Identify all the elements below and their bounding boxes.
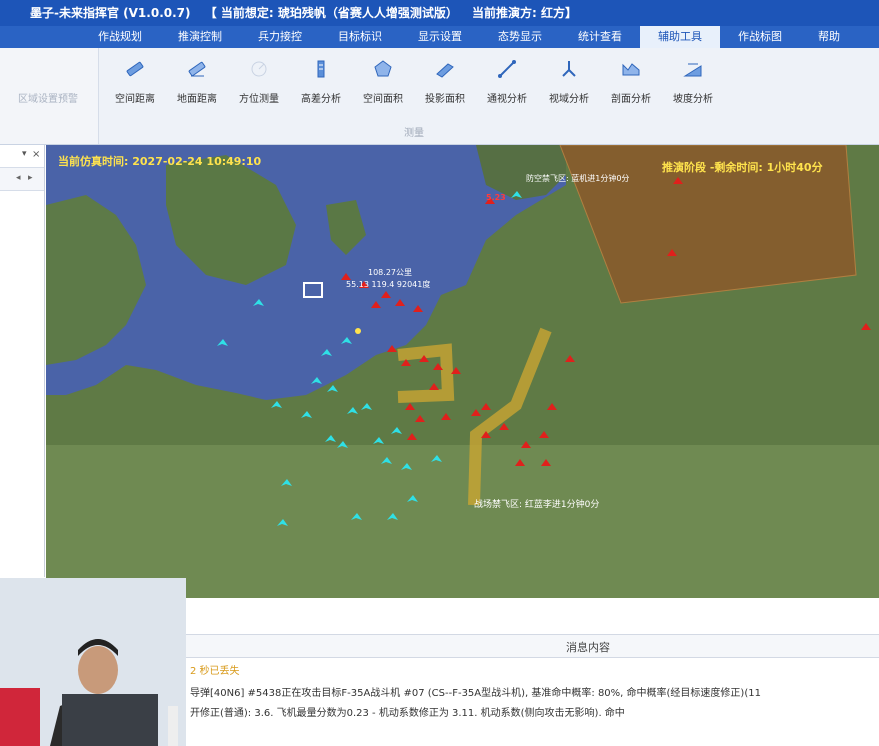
title-bar: 墨子-未来指挥官 (V1.0.0.7) 【 当前想定: 琥珀残帆（省赛人人增强测…: [0, 0, 879, 26]
tool-line-of-sight[interactable]: 通视分析: [476, 54, 538, 105]
ribbon-group-label: 测量: [404, 128, 424, 139]
menu-bar: 作战规划 推演控制 兵力接控 目标标识 显示设置 态势显示 统计查看 辅助工具 …: [0, 26, 879, 48]
ruler-icon: [188, 61, 206, 77]
message-line: 2 秒已丢失: [190, 666, 240, 677]
sim-time-label: 当前仿真时间: 2027-02-24 10:49:10: [58, 155, 262, 168]
tool-label: 坡度分析: [673, 94, 713, 105]
scroll-right-icon[interactable]: ▸: [28, 173, 33, 183]
polygon-icon: [374, 60, 392, 77]
presenter-video: [0, 578, 186, 746]
tool-label: 视域分析: [549, 94, 589, 105]
ruler-icon: [126, 61, 144, 77]
zone-label-south: 战场禁飞区: 红蓝李进1分钟0分: [474, 500, 600, 510]
slope-icon: [683, 63, 702, 77]
menu-item-help[interactable]: 帮助: [800, 26, 858, 48]
ribbon-left-label[interactable]: 区域设置预警: [18, 90, 78, 105]
ribbon-toolbar: 区域设置预警 空间距离 地面距离 方位测量 高差分析 空间面积 投影面积 通视分…: [0, 48, 879, 145]
menu-item-targets[interactable]: 目标标识: [320, 26, 400, 48]
tool-bearing[interactable]: 方位测量: [228, 54, 290, 105]
tool-label: 空间面积: [363, 94, 403, 105]
measure-readout: 108.27公里: [368, 268, 412, 277]
unit-label: 5.23: [486, 193, 506, 202]
tool-label: 地面距离: [177, 94, 217, 105]
line-of-sight-icon: [498, 60, 516, 78]
tool-projection-area[interactable]: 投影面积: [414, 54, 476, 105]
message-header: 消息内容: [186, 634, 879, 658]
ribbon-left-group: 区域设置预警: [0, 48, 99, 144]
tool-label: 投影面积: [425, 94, 465, 105]
menu-item-tools[interactable]: 辅助工具: [640, 26, 720, 48]
bar-icon: [317, 60, 325, 78]
left-panel-tabs: ◂ ▸: [0, 168, 44, 191]
tool-label: 剖面分析: [611, 94, 651, 105]
measure-tools: 空间距离 地面距离 方位测量 高差分析 空间面积 投影面积 通视分析 视域分析: [104, 54, 724, 105]
tool-ground-distance[interactable]: 地面距离: [166, 54, 228, 105]
pin-icon[interactable]: ▾: [22, 149, 27, 159]
map-canvas[interactable]: [46, 145, 879, 598]
webcam-overlay: [0, 578, 186, 746]
left-panel-header: ▾ ×: [0, 145, 44, 168]
side-title: 当前推演方: 红方】: [472, 6, 578, 20]
tool-space-distance[interactable]: 空间距离: [104, 54, 166, 105]
tool-label: 空间距离: [115, 94, 155, 105]
message-title: 消息内容: [566, 641, 610, 654]
tool-space-area[interactable]: 空间面积: [352, 54, 414, 105]
tool-profile[interactable]: 剖面分析: [600, 54, 662, 105]
app-title: 墨子-未来指挥官 (V1.0.0.7): [30, 6, 191, 20]
tool-slope[interactable]: 坡度分析: [662, 54, 724, 105]
menu-item-forces[interactable]: 兵力接控: [240, 26, 320, 48]
message-line: 开修正(普通): 3.6. 飞机最量分数为0.23 - 机动系数修正为 3.11…: [190, 708, 625, 719]
profile-icon: [622, 63, 640, 76]
tool-height-diff[interactable]: 高差分析: [290, 54, 352, 105]
menu-item-control[interactable]: 推演控制: [160, 26, 240, 48]
message-line: 导弹[40N6] #5438正在攻击目标F-35A战斗机 #07 (CS--F-…: [190, 688, 761, 699]
menu-item-stats[interactable]: 统计查看: [560, 26, 640, 48]
menu-item-plan[interactable]: 作战规划: [80, 26, 160, 48]
map-view[interactable]: 当前仿真时间: 2027-02-24 10:49:10 推演阶段 -剩余时间: …: [46, 145, 879, 598]
compass-icon: [251, 61, 267, 77]
projection-icon: [436, 63, 454, 78]
tool-label: 高差分析: [301, 94, 341, 105]
scroll-left-icon[interactable]: ◂: [16, 173, 21, 183]
menu-item-situation[interactable]: 态势显示: [480, 26, 560, 48]
phase-countdown: 推演阶段 -剩余时间: 1小时40分: [662, 161, 823, 174]
tool-viewshed[interactable]: 视域分析: [538, 54, 600, 105]
menu-item-plotting[interactable]: 作战标图: [720, 26, 800, 48]
menu-item-display[interactable]: 显示设置: [400, 26, 480, 48]
zone-label-north: 防空禁飞区: 蓝机进1分钟0分: [526, 174, 630, 183]
scenario-title: 【 当前想定: 琥珀残帆（省赛人人增强测试版）: [204, 6, 458, 20]
measure-readout-2: 55.13 119.4 92041度: [346, 280, 431, 289]
tool-label: 方位测量: [239, 94, 279, 105]
viewshed-icon: [562, 61, 576, 77]
left-panel: ▾ × ◂ ▸: [0, 145, 45, 577]
tool-label: 通视分析: [487, 94, 527, 105]
close-icon[interactable]: ×: [32, 149, 40, 160]
